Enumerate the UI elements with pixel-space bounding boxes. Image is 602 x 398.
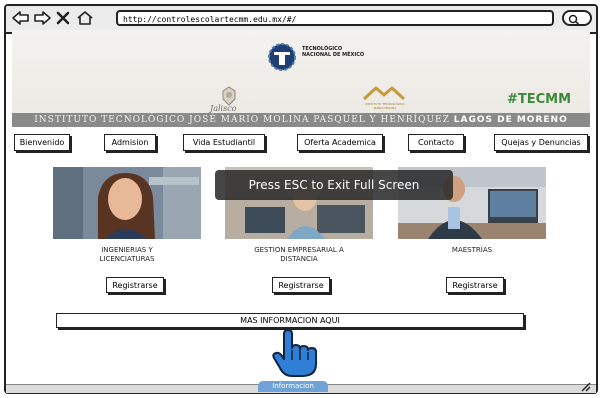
card-label-line1: GESTION EMPRESARIAL A [254,246,344,254]
card-ingenierias[interactable]: INGENIERIAS Y LICENCIATURAS [53,167,201,267]
url-text: http://controlescolartecmm.edu.mx/#/ [123,15,297,24]
register-button-maestrias[interactable]: Registrarse [446,277,504,293]
tecnm-logo-icon [268,43,296,71]
card-label-line1: INGENIERIAS Y [101,246,153,254]
resize-handle-icon[interactable] [578,382,592,392]
close-x-icon[interactable] [56,10,70,26]
institute-campus: LAGOS DE MORENO [453,115,568,125]
card-label-maestrias: MAESTRÍAS [398,246,546,255]
nav-oferta-academica[interactable]: Oferta Academica [297,134,383,151]
tecnm-name: TECNOLÓGICO NACIONAL DE MÉXICO [302,46,364,58]
student-photo [53,167,201,239]
info-tab[interactable]: Informacion [258,381,328,392]
card-label-line1: MAESTRÍAS [451,246,493,254]
card-label-line2: LICENCIATURAS [99,255,155,263]
nav-admision[interactable]: Admision [104,134,156,151]
nav-bienvenido[interactable]: Bienvenido [14,134,70,151]
institute-name: INSTITUTO TECNOLÓGICO JOSÉ MARIO MOLINA … [34,115,454,125]
card-label-gestion: GESTION EMPRESARIAL A DISTANCIA [225,246,373,264]
search-icon [568,14,579,25]
more-info-button[interactable]: MAS INFORMACION AQUI [56,313,524,328]
home-icon[interactable] [76,10,94,26]
header-banner: TECNOLÓGICO NACIONAL DE MÉXICO Jalisco I… [12,30,590,126]
nav-quejas-denuncias[interactable]: Quejas y Denuncias [494,134,588,151]
institute-name-bar: INSTITUTO TECNOLÓGICO JOSÉ MARIO MOLINA … [12,113,590,127]
search-box[interactable] [562,10,592,26]
jalisco-label: Jalisco [210,104,237,113]
nav-vida-estudiantil[interactable]: Vida Estudiantil [183,134,265,151]
register-button-ingenierias[interactable]: Registrarse [106,277,164,293]
ministry-label-line2: MARIO MOLINA [373,106,397,110]
pointing-hand-cursor-icon [272,330,317,377]
ministry-label: INSTITUTO TECNOLÓGICO MARIO MOLINA [355,102,415,110]
forward-arrow-icon[interactable] [33,10,51,26]
tecmm-hashtag: #TECMM [507,92,572,107]
tecnm-name-line2: NACIONAL DE MÉXICO [302,52,365,58]
fullscreen-notice: Press ESC to Exit Full Screen [215,170,453,200]
mountain-logo-icon [362,86,406,101]
card-label-line2: DISTANCIA [280,255,318,263]
nav-contacto[interactable]: Contacto [408,134,464,151]
card-label-ingenierias: INGENIERIAS Y LICENCIATURAS [53,246,201,264]
back-arrow-icon[interactable] [12,10,30,26]
register-button-gestion[interactable]: Registrarse [272,277,330,293]
url-bar[interactable]: http://controlescolartecmm.edu.mx/#/ [116,10,554,26]
